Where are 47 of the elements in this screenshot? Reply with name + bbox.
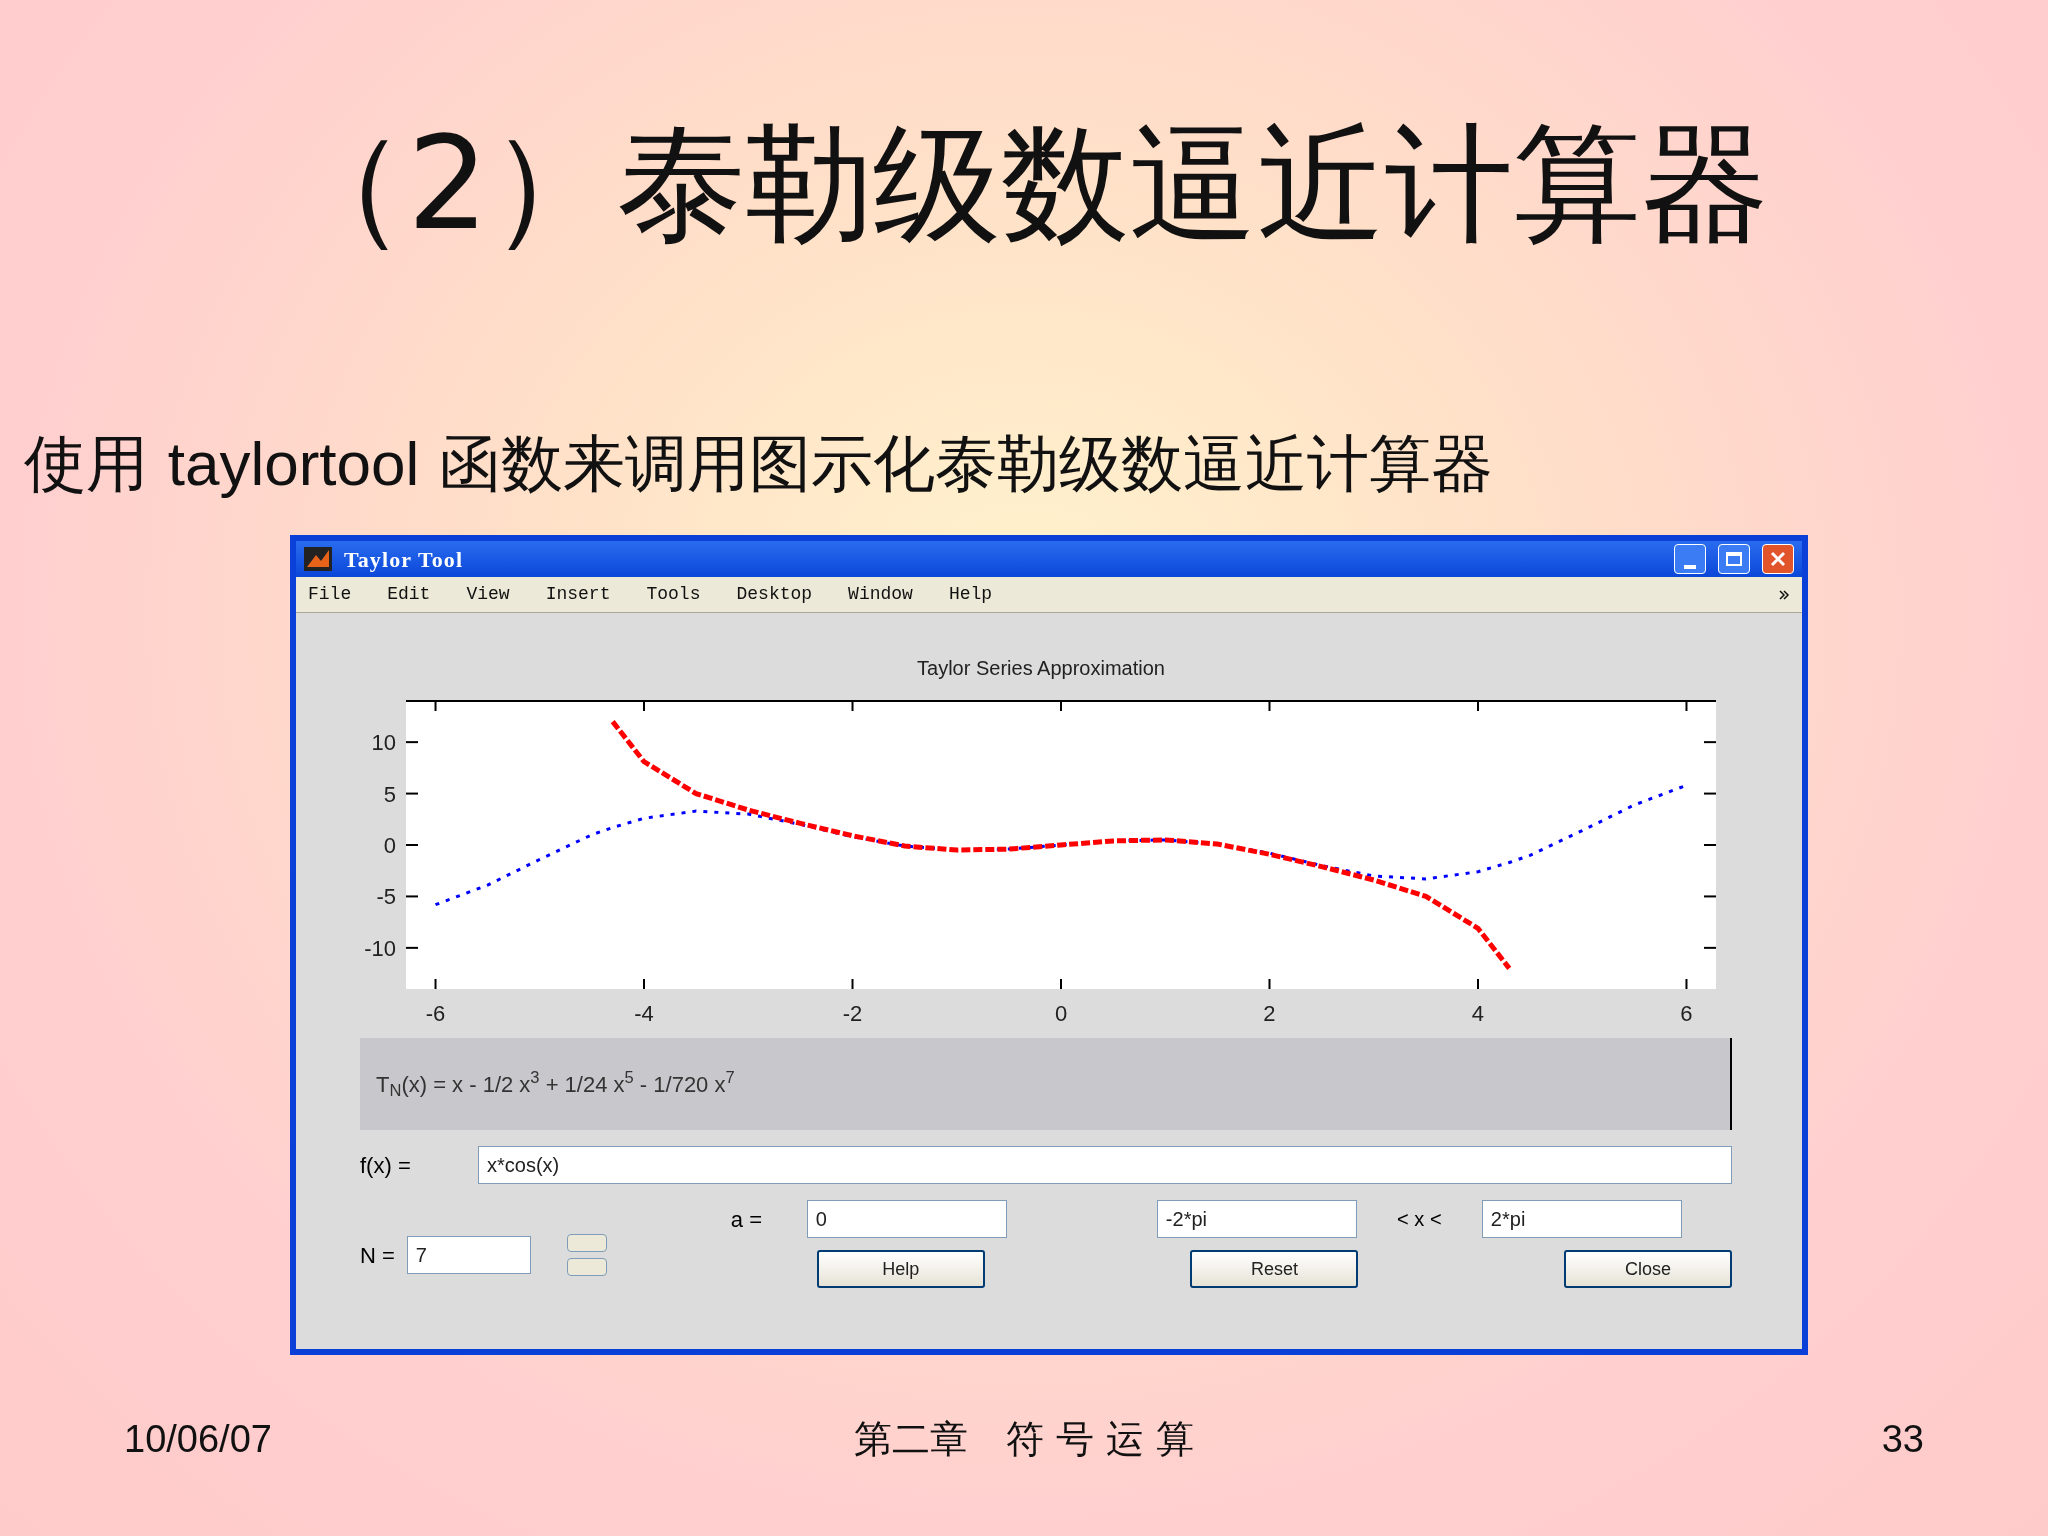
menu-item[interactable]: Window [848, 581, 913, 608]
menu-item[interactable]: File [308, 581, 352, 608]
x-tick-label: -6 [425, 1001, 446, 1026]
function-field[interactable]: x*cos(x) [478, 1146, 1732, 1184]
window-title: Taylor Tool [344, 545, 464, 574]
menu-item[interactable]: Desktop [736, 581, 813, 608]
dialog-button[interactable]: Help [816, 1250, 985, 1288]
menu-item[interactable]: Tools [646, 581, 701, 608]
y-tick-label: 5 [383, 781, 396, 807]
range-high-field[interactable]: 2*pi [1481, 1200, 1682, 1238]
y-tick-label: 0 [383, 833, 396, 858]
y-tick-label: -10 [364, 935, 396, 961]
increment-button[interactable] [566, 1234, 607, 1252]
range-label: < x < [1396, 1207, 1443, 1232]
y-tick-label: -5 [376, 884, 396, 910]
minimize-button[interactable] [1674, 544, 1706, 574]
menu-item[interactable]: View [466, 581, 510, 608]
n-label: N = [360, 1241, 395, 1270]
a-label: a = [730, 1205, 764, 1234]
menu-item[interactable]: Insert [545, 581, 611, 608]
app-icon [304, 547, 332, 571]
maximize-button[interactable] [1718, 544, 1750, 574]
menu-item[interactable]: Help [948, 581, 993, 608]
close-button[interactable] [1762, 544, 1794, 574]
dialog-button[interactable]: Close [1564, 1250, 1732, 1288]
x-tick-label: -4 [634, 1001, 654, 1026]
dialog-button[interactable]: Reset [1190, 1250, 1359, 1288]
x-tick-label: 0 [1054, 1001, 1068, 1026]
slide-title: （2）泰勒级数逼近计算器 [278, 120, 1770, 248]
x-tick-label: 2 [1263, 1001, 1276, 1026]
chevron-icon[interactable] [1778, 588, 1790, 601]
x-tick-label: 4 [1471, 1001, 1485, 1026]
chart-title: Taylor Series Approximation [917, 656, 1165, 681]
menu-item[interactable]: Edit [387, 581, 431, 608]
y-tick-label: 10 [371, 730, 396, 756]
range-low-field[interactable]: -2*pi [1156, 1200, 1357, 1238]
function-label: f(x) = [360, 1151, 412, 1180]
decrement-button[interactable] [566, 1258, 607, 1276]
page-number: 33 [1880, 1417, 1924, 1462]
x-tick-label: -2 [842, 1001, 863, 1026]
a-field[interactable]: 0 [806, 1200, 1007, 1238]
x-tick-label: 6 [1680, 1001, 1693, 1026]
n-field[interactable]: 7 [406, 1236, 531, 1274]
close-icon [1770, 551, 1786, 567]
chapter-footer: 第二章 符 号 运 算 [853, 1411, 1195, 1468]
taylor-formula: T$_{N}$(x) = x - 1/2 x$^{3}$ + 1/24 x$^{5}$ - 1/720 x$^{7}$ [376, 1067, 735, 1101]
slide-date: 10/06/07 [124, 1417, 273, 1462]
